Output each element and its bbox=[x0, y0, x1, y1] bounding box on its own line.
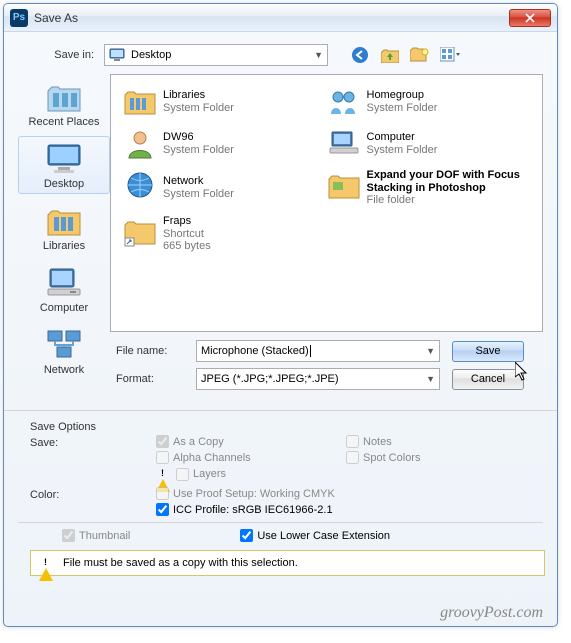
cancel-button[interactable]: Cancel bbox=[452, 369, 524, 390]
view-icon bbox=[440, 47, 460, 63]
list-item[interactable]: Expand your DOF with Focus Stacking in P… bbox=[327, 169, 531, 207]
list-item[interactable]: FrapsShortcut665 bytes bbox=[123, 215, 327, 253]
sidebar-item-computer[interactable]: Computer bbox=[18, 260, 110, 318]
sidebar-label: Computer bbox=[40, 302, 88, 314]
shortcut-icon bbox=[123, 215, 157, 249]
file-list[interactable]: LibrariesSystem Folder HomegroupSystem F… bbox=[110, 74, 543, 332]
desktop-icon bbox=[44, 140, 84, 178]
sidebar-item-libraries[interactable]: Libraries bbox=[18, 198, 110, 256]
list-item[interactable]: ComputerSystem Folder bbox=[327, 127, 531, 161]
chevron-down-icon: ▼ bbox=[426, 346, 435, 356]
computer-icon bbox=[44, 264, 84, 302]
save-section-label: Save: bbox=[30, 435, 120, 481]
checkbox-layers: Layers bbox=[156, 467, 496, 481]
window-title: Save As bbox=[34, 11, 78, 25]
places-sidebar: Recent Places Desktop Libraries Computer… bbox=[18, 74, 110, 332]
recent-places-icon bbox=[44, 78, 84, 116]
libraries-icon bbox=[123, 85, 157, 119]
close-icon bbox=[525, 13, 535, 23]
user-icon bbox=[123, 127, 157, 161]
format-combo[interactable]: JPEG (*.JPG;*.JPEG;*.JPE) ▼ bbox=[196, 368, 440, 390]
libraries-icon bbox=[44, 202, 84, 240]
up-button[interactable] bbox=[380, 45, 400, 65]
text-cursor bbox=[310, 345, 311, 357]
list-item[interactable]: LibrariesSystem Folder bbox=[123, 85, 327, 119]
chevron-down-icon: ▼ bbox=[314, 50, 323, 60]
filename-label: File name: bbox=[108, 345, 196, 357]
homegroup-icon bbox=[327, 85, 361, 119]
warning-icon bbox=[39, 556, 55, 570]
sidebar-label: Network bbox=[44, 364, 84, 376]
network-icon bbox=[44, 326, 84, 364]
network-globe-icon bbox=[123, 169, 157, 203]
sidebar-label: Recent Places bbox=[29, 116, 100, 128]
sidebar-label: Libraries bbox=[43, 240, 85, 252]
checkbox-thumbnail: Thumbnail bbox=[62, 529, 130, 542]
new-folder-icon bbox=[410, 47, 430, 63]
chevron-down-icon: ▼ bbox=[426, 374, 435, 384]
save-options-heading: Save Options bbox=[30, 421, 543, 433]
savein-value: Desktop bbox=[131, 49, 171, 61]
warning-icon bbox=[156, 467, 172, 481]
watermark-text: groovyPost.com bbox=[440, 604, 543, 622]
list-item[interactable]: DW96System Folder bbox=[123, 127, 327, 161]
titlebar: Ps Save As bbox=[4, 4, 557, 32]
checkbox-spot: Spot Colors bbox=[346, 451, 496, 464]
sidebar-item-recent[interactable]: Recent Places bbox=[18, 74, 110, 132]
checkbox-lowercase-ext[interactable]: Use Lower Case Extension bbox=[240, 529, 390, 542]
back-button[interactable] bbox=[350, 45, 370, 65]
checkbox-notes: Notes bbox=[346, 435, 496, 448]
folder-icon bbox=[327, 169, 361, 203]
view-menu-button[interactable] bbox=[440, 45, 460, 65]
filename-input[interactable]: Microphone (Stacked) ▼ bbox=[196, 340, 440, 362]
info-text: File must be saved as a copy with this s… bbox=[63, 557, 298, 569]
format-label: Format: bbox=[108, 373, 196, 385]
photoshop-icon: Ps bbox=[10, 9, 28, 27]
save-button[interactable]: Save bbox=[452, 341, 524, 362]
desktop-icon bbox=[109, 48, 125, 62]
sidebar-label: Desktop bbox=[44, 178, 84, 190]
checkbox-icc-profile[interactable]: ICC Profile: sRGB IEC61966-2.1 bbox=[156, 503, 335, 516]
close-button[interactable] bbox=[509, 9, 551, 27]
list-item[interactable]: HomegroupSystem Folder bbox=[327, 85, 531, 119]
color-section-label: Color: bbox=[30, 487, 120, 516]
new-folder-button[interactable] bbox=[410, 45, 430, 65]
checkbox-proof-setup: Use Proof Setup: Working CMYK bbox=[156, 487, 335, 500]
back-icon bbox=[351, 46, 369, 64]
save-as-dialog: Ps Save As Save in: Desktop ▼ bbox=[3, 3, 558, 627]
list-item[interactable]: NetworkSystem Folder bbox=[123, 169, 327, 207]
checkbox-as-copy: As a Copy bbox=[156, 435, 306, 448]
sidebar-item-network[interactable]: Network bbox=[18, 322, 110, 380]
computer-icon bbox=[327, 127, 361, 161]
up-icon bbox=[381, 47, 399, 63]
info-bar: File must be saved as a copy with this s… bbox=[30, 550, 545, 576]
sidebar-item-desktop[interactable]: Desktop bbox=[18, 136, 110, 194]
savein-combo[interactable]: Desktop ▼ bbox=[104, 44, 328, 66]
checkbox-alpha: Alpha Channels bbox=[156, 451, 306, 464]
save-options-panel: Save Options Save: As a Copy Notes Alpha… bbox=[4, 417, 557, 542]
savein-label: Save in: bbox=[18, 49, 104, 61]
